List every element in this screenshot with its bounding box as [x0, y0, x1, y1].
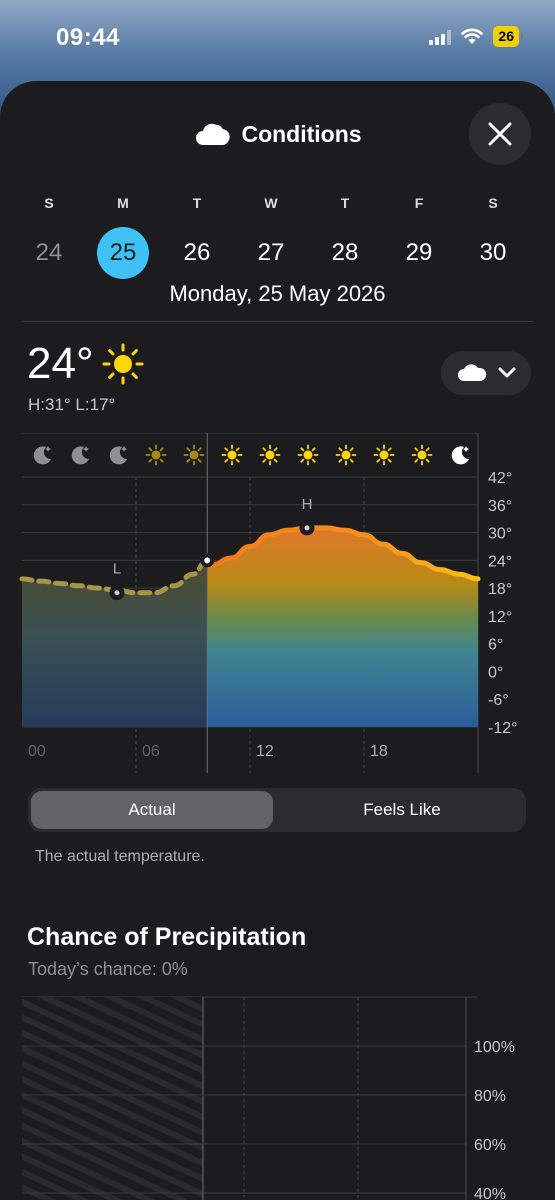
day-number[interactable]: 27: [245, 227, 297, 279]
future-area: [207, 527, 478, 727]
sun-icon: [259, 444, 281, 466]
day-letter: T: [192, 195, 202, 211]
y-tick-label: 24°: [488, 553, 512, 570]
moon-icon: [109, 446, 127, 465]
day-24[interactable]: S 24: [12, 195, 86, 279]
y-tick-label: 12°: [488, 609, 512, 626]
sun-icon: [335, 444, 357, 466]
y-tick-label: -6°: [488, 692, 509, 709]
day-26[interactable]: T 26: [160, 195, 234, 279]
day-27[interactable]: W 27: [234, 195, 308, 279]
past-hatch: [22, 997, 203, 1200]
x-tick-label: 12: [256, 743, 274, 760]
day-letter: T: [340, 195, 350, 211]
current-temperature: 24°: [27, 339, 144, 389]
x-tick-label: 18: [370, 743, 388, 760]
week-strip: S 24 M 25 T 26 W 27 T 28 F 29 S 30: [12, 195, 543, 279]
sun-icon: [102, 343, 144, 385]
precipitation-subtitle: Today’s chance: 0%: [28, 959, 188, 979]
moon-icon: [71, 446, 89, 465]
y-tick-label: 60%: [474, 1137, 506, 1154]
x-tick-label: 06: [142, 743, 160, 760]
sun-icon: [411, 444, 433, 466]
day-number[interactable]: 30: [467, 227, 519, 279]
y-tick-label: 18°: [488, 581, 512, 598]
mode-description: The actual temperature.: [35, 848, 205, 865]
current-temp-value: 24°: [27, 339, 94, 388]
y-tick-label: -12°: [488, 720, 518, 737]
day-number[interactable]: 26: [171, 227, 223, 279]
actual-tab[interactable]: Actual: [31, 791, 273, 829]
sun-icon: [221, 444, 243, 466]
sheet-title: Conditions: [241, 121, 362, 147]
day-letter: W: [264, 195, 278, 211]
divider: [22, 321, 533, 322]
status-bar: 09:44 26: [0, 0, 555, 76]
sun-dim-icon: [145, 444, 167, 466]
low-label: L: [113, 561, 121, 578]
conditions-sheet: Conditions S 24 M 25 T 26 W 27 T 28 F 29 S 30 Monday,…: [0, 81, 555, 1200]
status-time: 09:44: [56, 24, 120, 51]
feels-like-tab[interactable]: Feels Like: [281, 791, 523, 829]
y-tick-label: 0°: [488, 664, 503, 681]
day-letter: S: [488, 195, 498, 211]
day-number[interactable]: 28: [319, 227, 371, 279]
chevron-down-icon: [498, 367, 516, 378]
precipitation-title: Chance of Precipitation: [27, 923, 307, 951]
precipitation-chart: 100% 80% 60% 40%: [22, 996, 515, 1200]
day-number[interactable]: 24: [23, 227, 75, 279]
cloud-icon: [458, 364, 487, 381]
metric-selector-button[interactable]: [441, 351, 531, 395]
y-tick-label: 100%: [474, 1039, 515, 1056]
day-letter: F: [414, 195, 424, 211]
selected-date: Monday, 25 May 2026: [169, 281, 386, 306]
battery-indicator: 26: [493, 26, 523, 47]
y-tick-label: 80%: [474, 1088, 506, 1105]
low-marker-dot: [114, 590, 120, 596]
sun-icon: [297, 444, 319, 466]
sun-icon: [373, 444, 395, 466]
moon-icon: [33, 446, 51, 465]
close-icon: [488, 122, 512, 146]
y-tick-label: 6°: [488, 637, 503, 654]
day-number[interactable]: 29: [393, 227, 445, 279]
moon-icon: [451, 446, 469, 465]
y-tick-label: 40%: [474, 1186, 506, 1200]
high-low: H:31° L:17°: [28, 395, 116, 414]
day-number[interactable]: 25: [97, 227, 149, 279]
high-label: H: [302, 496, 313, 513]
day-29[interactable]: F 29: [382, 195, 456, 279]
status-icons: 26: [429, 26, 523, 47]
x-tick-label: 00: [28, 743, 46, 760]
y-tick-label: 42°: [488, 470, 512, 487]
y-tick-label: 30°: [488, 526, 512, 543]
day-25[interactable]: M 25: [86, 195, 160, 279]
day-letter: S: [44, 195, 54, 211]
cellular-signal-icon: [429, 29, 452, 45]
cloud-icon: [196, 123, 231, 145]
wifi-icon: [461, 28, 484, 44]
high-marker-dot: [304, 525, 310, 531]
day-letter: M: [117, 195, 129, 211]
temperature-mode-toggle: Actual Feels Like: [28, 788, 526, 832]
sun-dim-icon: [183, 444, 205, 466]
day-30[interactable]: S 30: [456, 195, 530, 279]
y-tick-label: 36°: [488, 498, 512, 515]
day-28[interactable]: T 28: [308, 195, 382, 279]
current-marker-dot: [204, 557, 211, 564]
close-button[interactable]: [469, 103, 531, 165]
temperature-chart: 42° 36° 30° 24° 18° 12° 6° 0° -6° -12° L H 00 06 12 18: [19, 433, 518, 773]
